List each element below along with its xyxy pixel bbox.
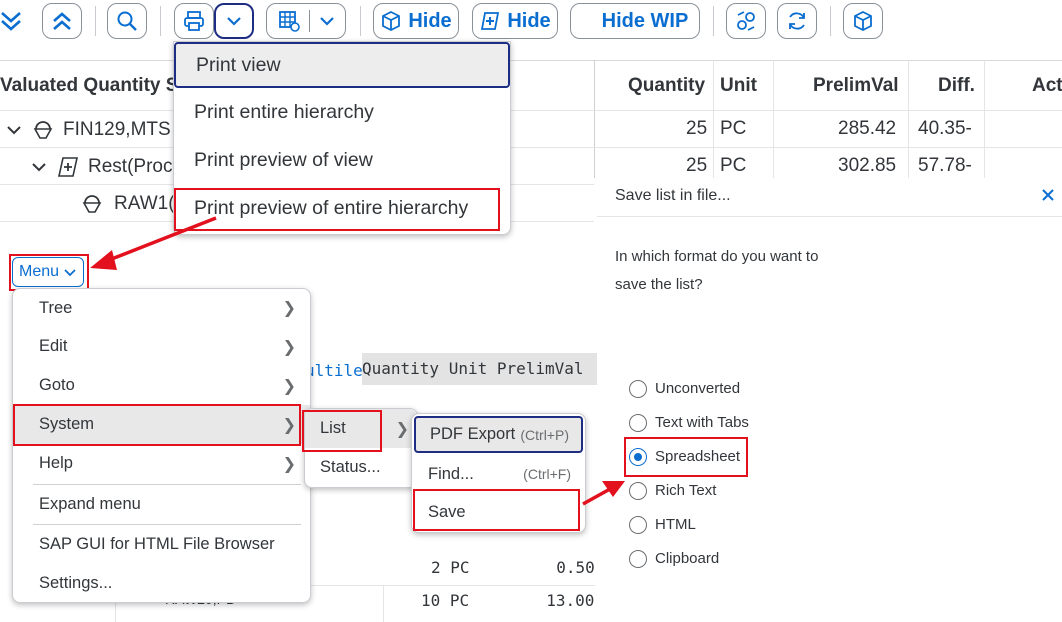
arrow-to-menu [90,216,217,270]
arrow-to-spreadsheet [582,481,625,506]
annotation-arrows [90,216,625,506]
